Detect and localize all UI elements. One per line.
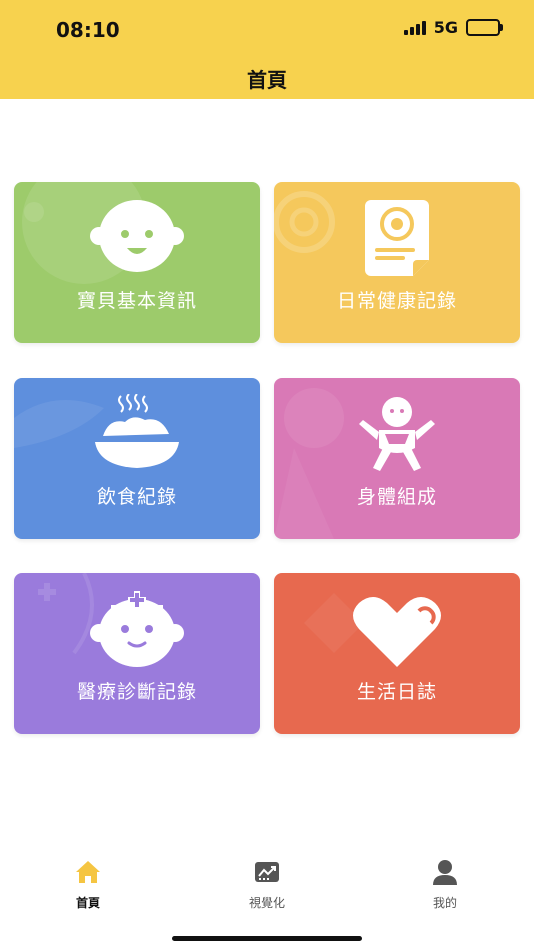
tab-profile[interactable]: 我的 bbox=[385, 858, 505, 911]
signal-icon bbox=[403, 20, 426, 35]
card-daily-health[interactable]: 日常健康記錄 bbox=[274, 182, 520, 343]
tab-label: 我的 bbox=[432, 896, 457, 910]
status-time: 08:10 bbox=[56, 18, 120, 42]
card-label: 醫療診斷記錄 bbox=[76, 681, 197, 703]
chart-icon bbox=[255, 862, 279, 882]
home-icon bbox=[76, 861, 100, 883]
battery-icon bbox=[466, 19, 503, 36]
card-label: 日常健康記錄 bbox=[336, 290, 457, 312]
baby-face-icon bbox=[90, 200, 184, 272]
card-medical-diagnosis[interactable]: 醫療診斷記錄 bbox=[14, 573, 260, 734]
tab-label: 視覺化 bbox=[248, 896, 285, 910]
bottom-tab-bar: 首頁 視覺化 我的 bbox=[0, 858, 534, 918]
baby-body-icon bbox=[359, 397, 435, 471]
tab-label: 首頁 bbox=[75, 896, 100, 910]
card-life-journal[interactable]: 生活日誌 bbox=[274, 573, 520, 734]
app-header: 08:10 5G 首頁 bbox=[0, 0, 534, 99]
card-baby-info[interactable]: 寶貝基本資訊 bbox=[14, 182, 260, 343]
health-document-icon bbox=[365, 200, 429, 276]
nurse-baby-icon bbox=[90, 591, 184, 667]
card-label: 飲食紀錄 bbox=[96, 486, 177, 508]
heart-icon bbox=[353, 597, 441, 667]
home-indicator[interactable] bbox=[172, 936, 362, 941]
food-bowl-icon bbox=[95, 394, 179, 468]
tab-visualization[interactable]: 視覺化 bbox=[207, 858, 327, 911]
network-type: 5G bbox=[433, 18, 458, 37]
card-label: 身體組成 bbox=[356, 486, 437, 508]
card-diet-record[interactable]: 飲食紀錄 bbox=[14, 378, 260, 539]
user-icon bbox=[433, 860, 457, 885]
status-indicators: 5G bbox=[403, 18, 503, 37]
tab-home[interactable]: 首頁 bbox=[28, 858, 148, 911]
page-title: 首頁 bbox=[247, 68, 287, 92]
card-label: 寶貝基本資訊 bbox=[76, 290, 197, 312]
card-label: 生活日誌 bbox=[356, 681, 437, 703]
card-body-composition[interactable]: 身體組成 bbox=[274, 378, 520, 539]
